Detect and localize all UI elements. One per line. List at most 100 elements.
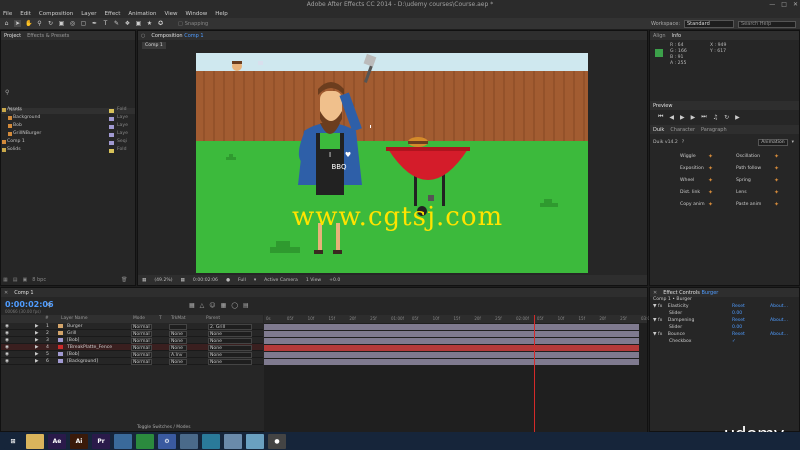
bpc-label[interactable]: 8 bpc (32, 277, 46, 283)
roto-tool-icon[interactable]: ★ (146, 20, 153, 27)
taskbar-app-icon[interactable] (136, 433, 154, 449)
pen-tool-icon[interactable]: ✒ (91, 20, 98, 27)
layer-name[interactable]: [Bob] (67, 338, 79, 343)
label-swatch[interactable] (109, 149, 114, 153)
project-item[interactable]: Comp 1 Seqi (1, 139, 135, 147)
duik-button[interactable]: Spring (736, 178, 751, 183)
layer-duration-bar[interactable] (264, 331, 639, 337)
layer-label-color[interactable] (58, 345, 63, 349)
effect-row[interactable]: Slider 0.00 (650, 325, 799, 332)
layer-name[interactable]: [Bob] (67, 352, 79, 357)
layer-row[interactable]: ◉ ▶ 6 [Background] Normal None None (1, 358, 263, 365)
tab-paragraph[interactable]: Paragraph (701, 127, 727, 133)
duik-button[interactable]: Dist. link (680, 190, 700, 195)
chevron-down-icon[interactable]: ▾ (792, 140, 794, 145)
tab-effect-controls[interactable]: Effect Controls Burger (663, 290, 718, 296)
rotate-tool-icon[interactable]: ↻ (47, 20, 54, 27)
reset-link[interactable]: Reset (732, 304, 745, 309)
trash-icon[interactable]: 🗑 (121, 277, 127, 283)
shy-icon[interactable]: ☺ (209, 302, 215, 309)
audio-icon[interactable]: ♫ (713, 114, 718, 121)
fx-icon[interactable]: ▼ fx (653, 318, 664, 323)
layer-row[interactable]: ◉ ▶ 5 [Bob] Normal A.Inv None (1, 351, 263, 358)
zoom-select[interactable]: (49.2%) (154, 278, 172, 283)
about-link[interactable]: About... (770, 304, 788, 309)
graph-editor-icon[interactable]: ▤ (243, 302, 249, 309)
layer-row[interactable]: ◉ ▶ 3 [Bob] Normal None None (1, 337, 263, 344)
reset-link[interactable]: Reset (732, 332, 745, 337)
search-icon[interactable]: ⚲ (47, 302, 51, 309)
about-link[interactable]: About... (770, 318, 788, 323)
minimize-icon[interactable]: — (769, 1, 775, 8)
taskbar-app-icon[interactable] (224, 433, 242, 449)
effect-value[interactable]: 0.00 (732, 325, 742, 330)
taskbar-app-icon[interactable] (202, 433, 220, 449)
duik-help[interactable]: ? (682, 140, 684, 145)
layer-row[interactable]: ◉ ▶ 4 TBreakPlatte_Fence Normal None None (1, 344, 263, 351)
menu-help[interactable]: Help (215, 11, 228, 17)
eye-icon[interactable]: ◉ (5, 331, 9, 336)
expand-arrow-icon[interactable]: ▶ (35, 338, 39, 343)
layer-row[interactable]: ◉ ▶ 1 Burger Normal 2. Grill (1, 323, 263, 330)
lock-icon[interactable]: ○ (141, 33, 145, 39)
taskbar-app-icon[interactable] (114, 433, 132, 449)
taskbar-app-icon[interactable]: Ae (48, 433, 66, 449)
interpret-icon[interactable]: ▦ (3, 277, 8, 283)
effect-row[interactable]: Slider 0.00 (650, 311, 799, 318)
about-link[interactable]: About... (770, 332, 788, 337)
snapping-toggle[interactable]: □ Snapping (178, 21, 208, 27)
toggle-switches-modes[interactable]: Toggle Switches / Modes (137, 425, 191, 430)
eye-icon[interactable]: ◉ (5, 338, 9, 343)
tab-align[interactable]: Align (653, 33, 666, 39)
layer-mode-select[interactable]: Normal (131, 359, 152, 365)
taskbar-app-icon[interactable]: ⊞ (4, 433, 22, 449)
effect-row[interactable]: ▼ fx Elasticity Reset About... (650, 304, 799, 311)
resolution-icon[interactable]: ▦ (142, 278, 146, 283)
menu-layer[interactable]: Layer (81, 11, 96, 17)
grid-icon[interactable]: ▦ (181, 278, 185, 283)
tab-comp1[interactable]: Comp 1 (14, 290, 33, 296)
menu-file[interactable]: File (3, 11, 12, 17)
fx-icon[interactable]: ▼ fx (653, 304, 664, 309)
duik-button[interactable]: Oscillation (736, 154, 760, 159)
home-icon[interactable]: ⌂ (3, 20, 10, 27)
close-icon[interactable]: ✕ (4, 290, 8, 296)
eye-icon[interactable]: ◉ (5, 324, 9, 329)
comp-flowchart-tab[interactable]: Comp 1 (142, 42, 166, 49)
tab-duik[interactable]: Duik (653, 127, 664, 133)
reset-link[interactable]: Reset (732, 318, 745, 323)
layer-name[interactable]: TBreakPlatte_Fence (67, 345, 112, 350)
menu-window[interactable]: Window (186, 11, 208, 17)
duik-mode-select[interactable]: Animation (758, 139, 788, 146)
expand-arrow-icon[interactable]: ▶ (35, 331, 39, 336)
help-search-input[interactable]: Search Help (738, 20, 796, 28)
taskbar-app-icon[interactable]: ⚙ (158, 433, 176, 449)
playhead[interactable] (534, 315, 535, 433)
timeline-tracks[interactable]: 0s 05f 10f 15f 20f 25f 01:00f 05f 10f 15f 20f 25f 02… (264, 315, 650, 433)
draft-3d-icon[interactable]: △ (200, 302, 205, 309)
duik-button[interactable]: Lens (736, 190, 747, 195)
eye-icon[interactable]: ◉ (5, 345, 9, 350)
camera-select[interactable]: Active Camera (264, 278, 298, 283)
layer-trkmat-select[interactable]: None (169, 359, 187, 365)
composition-viewer[interactable]: I ♥ BBQ (196, 53, 588, 273)
expand-arrow-icon[interactable]: ▶ (35, 324, 39, 329)
snapshot-icon[interactable]: ● (226, 278, 230, 283)
taskbar-app-icon[interactable]: Ai (70, 433, 88, 449)
duik-button[interactable]: Wheel (680, 178, 694, 183)
close-icon[interactable]: ✕ (793, 1, 798, 8)
layer-name[interactable]: [Background] (67, 359, 98, 364)
label-swatch[interactable] (109, 125, 114, 129)
play-icon[interactable]: ▶ (680, 114, 685, 121)
exposure-value[interactable]: +0.0 (329, 278, 340, 283)
layer-label-color[interactable] (58, 359, 63, 363)
layer-duration-bar[interactable] (264, 359, 639, 365)
layer-name[interactable]: Burger (67, 324, 83, 329)
layer-label-color[interactable] (58, 338, 63, 342)
ram-preview-icon[interactable]: ▶ (735, 114, 740, 121)
eraser-tool-icon[interactable]: ▣ (135, 20, 142, 27)
mask-tool-icon[interactable]: ▢ (80, 20, 87, 27)
menu-animation[interactable]: Animation (128, 11, 156, 17)
eye-icon[interactable]: ◉ (5, 359, 9, 364)
eye-icon[interactable]: ◉ (5, 352, 9, 357)
